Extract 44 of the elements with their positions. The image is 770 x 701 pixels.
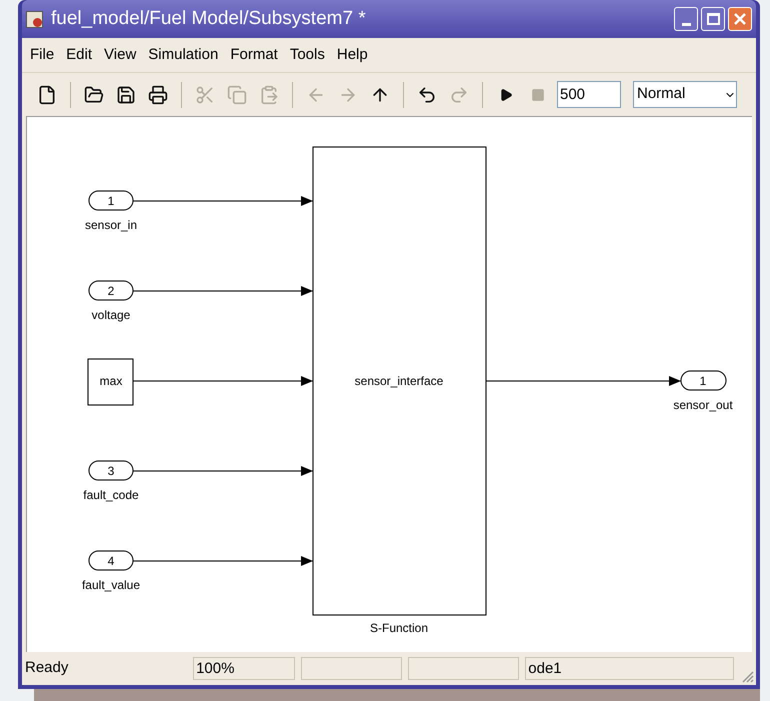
- window-title: fuel_model/Fuel Model/Subsystem7 *: [51, 6, 367, 31]
- app-icon: [26, 10, 43, 28]
- port-label: sensor_in: [84, 218, 138, 232]
- constant-block: max: [88, 358, 134, 406]
- stop-time-field[interactable]: 500: [557, 81, 621, 108]
- resize-grip-icon: [740, 669, 754, 683]
- status-text: Ready: [24, 658, 70, 678]
- close-icon: [733, 12, 747, 26]
- new-file-icon: [37, 84, 57, 104]
- close-button[interactable]: [728, 7, 752, 31]
- maximize-button[interactable]: [701, 7, 725, 31]
- simulation-mode-dropdown[interactable]: Normal: [633, 81, 737, 108]
- block-label: S-Function: [370, 621, 428, 635]
- undo-icon: [417, 84, 437, 104]
- inport-block: 4: [88, 550, 134, 570]
- copy-icon: [227, 84, 247, 104]
- inport-block: 3: [88, 460, 134, 480]
- menu-item[interactable]: File: [25, 44, 60, 66]
- paste-icon: [259, 84, 279, 104]
- stop-icon: [531, 88, 545, 102]
- simulation-mode-value: Normal: [636, 84, 686, 104]
- inport-block: 1: [88, 190, 134, 210]
- block-name: sensor_interface: [354, 374, 444, 388]
- menu-item[interactable]: View: [99, 44, 142, 66]
- open-folder-icon: [84, 84, 104, 104]
- status-panel: ode1: [525, 657, 734, 680]
- minimize-button[interactable]: [674, 7, 698, 31]
- menu-item[interactable]: Simulation: [143, 44, 224, 66]
- menu-item[interactable]: Help: [332, 44, 373, 66]
- outport-block: 1: [680, 370, 726, 390]
- port-label: fault_value: [82, 578, 140, 592]
- scissors-icon: [195, 84, 215, 104]
- inport-block: 2: [88, 280, 134, 300]
- menu-item[interactable]: Format: [225, 44, 283, 66]
- menu-item[interactable]: Edit: [61, 44, 98, 66]
- port-label: sensor_out: [673, 398, 733, 412]
- save-icon: [116, 84, 136, 104]
- printer-icon: [148, 84, 168, 104]
- redo-icon: [449, 84, 469, 104]
- port-label: voltage: [92, 308, 130, 322]
- menu-item[interactable]: Tools: [284, 44, 330, 66]
- status-panel: 100%: [193, 657, 294, 680]
- port-label: fault_code: [83, 488, 139, 502]
- play-icon: [499, 88, 513, 102]
